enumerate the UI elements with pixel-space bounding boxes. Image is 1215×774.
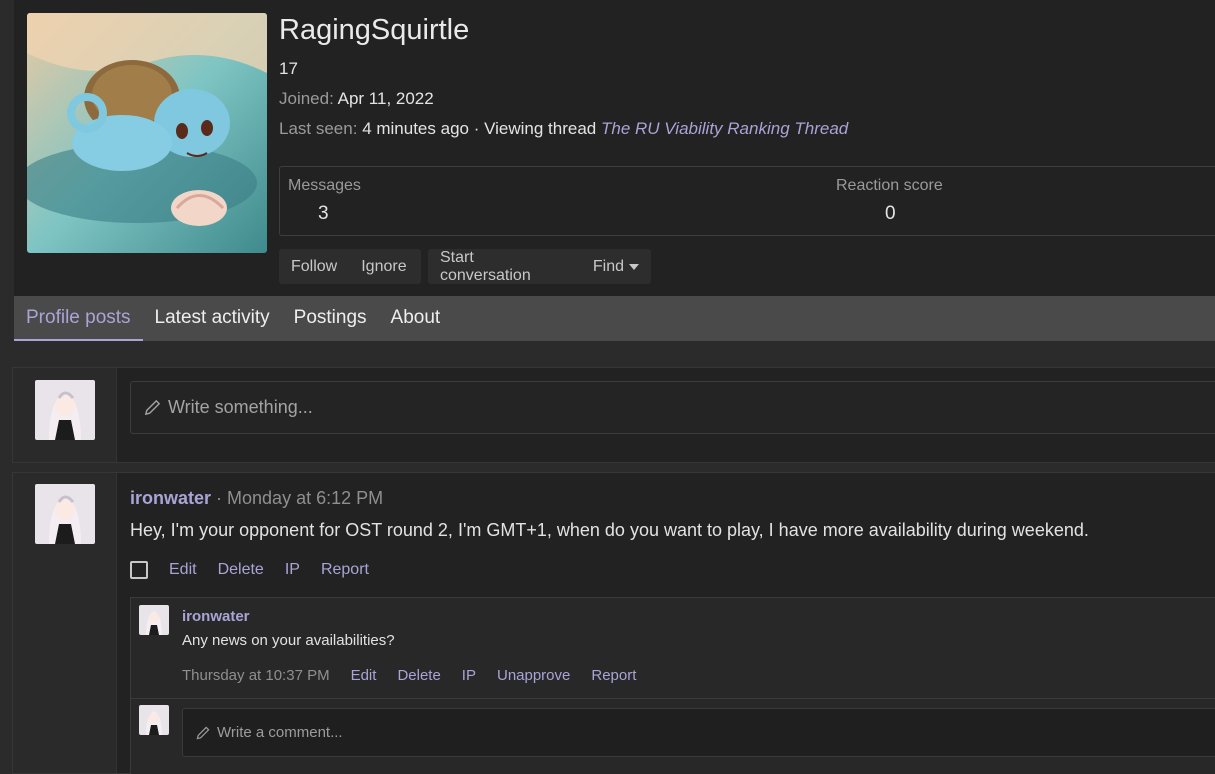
anime-avatar-icon bbox=[139, 705, 169, 735]
joined-row: Joined: Apr 11, 2022 bbox=[279, 89, 434, 109]
messages-label: Messages bbox=[288, 177, 361, 194]
profile-tabs: Profile posts Latest activity Postings A… bbox=[14, 296, 1215, 341]
follow-ignore-group: Follow Ignore bbox=[279, 249, 421, 284]
composer-avatar[interactable] bbox=[35, 380, 95, 440]
post-separator: · bbox=[211, 488, 228, 508]
comment-edit-link[interactable]: Edit bbox=[351, 667, 377, 684]
write-something-placeholder: Write something... bbox=[168, 397, 313, 417]
post-author-link[interactable]: ironwater bbox=[130, 488, 211, 508]
comment-author-avatar[interactable] bbox=[139, 605, 169, 635]
find-label: Find bbox=[592, 257, 624, 275]
stats-box: Messages 3 Reaction score 0 bbox=[279, 166, 1215, 236]
joined-value: Apr 11, 2022 bbox=[337, 89, 434, 108]
comment-report-link[interactable]: Report bbox=[591, 667, 636, 684]
profile-avatar[interactable] bbox=[27, 13, 267, 253]
post-actions: Edit Delete IP Report bbox=[130, 561, 390, 579]
last-seen-row: Last seen: 4 minutes ago · Viewing threa… bbox=[279, 119, 848, 139]
ignore-button[interactable]: Ignore bbox=[349, 249, 418, 284]
reaction-score-value[interactable]: 0 bbox=[885, 203, 896, 225]
post-author-avatar[interactable] bbox=[35, 484, 95, 544]
tab-about[interactable]: About bbox=[379, 296, 453, 341]
reaction-score-label: Reaction score bbox=[836, 177, 943, 194]
write-comment-placeholder: Write a comment... bbox=[217, 724, 343, 741]
post-report-link[interactable]: Report bbox=[321, 561, 369, 579]
comment-area: ironwater Any news on your availabilitie… bbox=[130, 597, 1215, 774]
post-ip-link[interactable]: IP bbox=[285, 561, 300, 579]
post-header: ironwater · Monday at 6:12 PM bbox=[130, 488, 383, 509]
comment-actions: Thursday at 10:37 PM Edit Delete IP Unap… bbox=[182, 667, 657, 684]
conversation-find-group: Start conversation Find bbox=[428, 249, 651, 284]
comment-delete-link[interactable]: Delete bbox=[397, 667, 440, 684]
caret-down-icon bbox=[629, 263, 639, 270]
anime-avatar-icon bbox=[35, 380, 95, 440]
post-delete-link[interactable]: Delete bbox=[218, 561, 264, 579]
profile-username: RagingSquirtle bbox=[279, 14, 470, 46]
joined-label: Joined: bbox=[279, 89, 334, 108]
post-body: Hey, I'm your opponent for OST round 2, … bbox=[130, 520, 1089, 540]
tab-latest-activity[interactable]: Latest activity bbox=[143, 296, 282, 341]
pencil-icon bbox=[196, 726, 210, 739]
comment-unapprove-link[interactable]: Unapprove bbox=[497, 667, 570, 684]
comment-timestamp[interactable]: Thursday at 10:37 PM bbox=[182, 667, 330, 684]
comment-divider bbox=[131, 698, 1215, 699]
last-seen-label: Last seen: bbox=[279, 119, 358, 138]
anime-avatar-icon bbox=[35, 484, 95, 544]
comment-body: Any news on your availabilities? bbox=[182, 632, 395, 649]
write-comment-input[interactable]: Write a comment... bbox=[182, 708, 1215, 757]
pencil-icon bbox=[144, 399, 161, 416]
comment-composer-avatar[interactable] bbox=[139, 705, 169, 735]
post-timestamp[interactable]: Monday at 6:12 PM bbox=[227, 488, 383, 508]
tab-postings[interactable]: Postings bbox=[282, 296, 379, 341]
viewing-thread-link[interactable]: The RU Viability Ranking Thread bbox=[601, 119, 848, 138]
squirtle-avatar-image bbox=[27, 13, 267, 253]
write-something-input[interactable]: Write something... bbox=[130, 381, 1215, 434]
profile-post-composer: Write something... bbox=[12, 367, 1215, 463]
comment-author-link[interactable]: ironwater bbox=[182, 608, 250, 625]
post-edit-link[interactable]: Edit bbox=[169, 561, 197, 579]
tab-profile-posts[interactable]: Profile posts bbox=[14, 296, 143, 341]
messages-value[interactable]: 3 bbox=[318, 203, 329, 225]
follow-button[interactable]: Follow bbox=[279, 249, 349, 284]
find-button[interactable]: Find bbox=[581, 249, 651, 284]
select-checkbox[interactable] bbox=[130, 561, 148, 579]
anime-avatar-icon bbox=[139, 605, 169, 635]
profile-post: ironwater · Monday at 6:12 PM Hey, I'm y… bbox=[12, 472, 1215, 774]
last-seen-value: 4 minutes ago · Viewing thread bbox=[362, 119, 597, 138]
start-conversation-button[interactable]: Start conversation bbox=[428, 249, 581, 284]
profile-user-title: 17 bbox=[279, 59, 298, 78]
comment-ip-link[interactable]: IP bbox=[462, 667, 476, 684]
